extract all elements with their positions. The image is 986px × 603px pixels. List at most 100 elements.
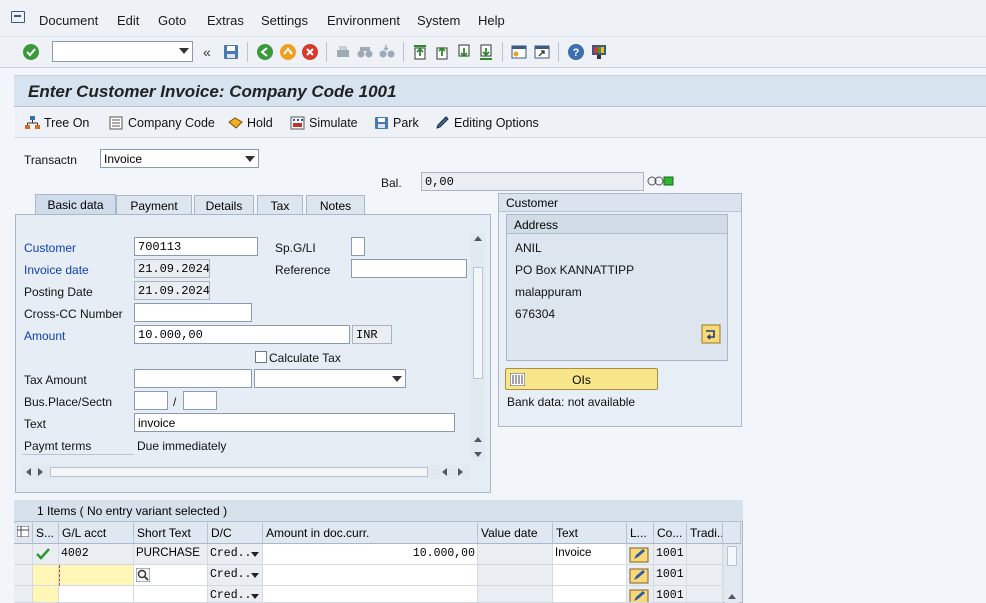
spgl-input[interactable] — [351, 237, 365, 256]
row-selector[interactable] — [14, 565, 33, 586]
col-debit-credit[interactable]: D/C — [208, 523, 263, 544]
cell-value-date[interactable] — [478, 586, 553, 603]
scroll-right-icon[interactable] — [38, 468, 43, 476]
cell-text[interactable]: Invoice — [553, 544, 627, 565]
search-help-icon[interactable] — [135, 567, 151, 583]
menu-edit[interactable]: Edit — [117, 13, 139, 28]
cell-gl-account[interactable] — [59, 586, 134, 603]
first-page-icon[interactable] — [411, 43, 429, 61]
row-selector[interactable] — [14, 544, 33, 565]
editing-options-button[interactable]: Editing Options — [435, 116, 539, 130]
amount-input[interactable]: 10.000,00 — [134, 325, 350, 344]
cell-text[interactable] — [553, 565, 627, 586]
grid-vertical-scrollbar[interactable] — [725, 544, 739, 603]
col-gl-account[interactable]: G/L acct — [59, 523, 134, 544]
tab-tax[interactable]: Tax — [257, 195, 303, 214]
reference-input[interactable] — [351, 259, 467, 278]
command-field[interactable] — [52, 41, 193, 62]
vertical-scrollbar[interactable] — [471, 233, 485, 461]
next-page-icon[interactable] — [455, 43, 473, 61]
hold-button[interactable]: Hold — [228, 116, 273, 130]
cell-value-date[interactable] — [478, 544, 553, 565]
posting-date-input[interactable]: 21.09.2024 — [134, 281, 210, 300]
invoice-date-input[interactable]: 21.09.2024 — [134, 259, 210, 278]
simulate-button[interactable]: Simulate — [290, 116, 358, 130]
scroll-up-icon[interactable] — [474, 236, 482, 241]
last-page-icon[interactable] — [477, 43, 495, 61]
horizontal-scrollbar[interactable] — [22, 465, 470, 479]
cell-short-text[interactable]: PURCHASE — [134, 544, 208, 565]
text-input[interactable]: invoice — [134, 413, 455, 432]
exit-icon[interactable] — [279, 43, 297, 61]
section-input[interactable] — [183, 391, 217, 410]
menu-extras[interactable]: Extras — [207, 13, 244, 28]
cell-amount[interactable]: 10.000,00 — [263, 544, 478, 565]
col-long-text[interactable]: L... — [627, 523, 654, 544]
back-icon[interactable] — [256, 43, 274, 61]
cell-debit-credit[interactable]: Cred... — [208, 544, 263, 565]
col-short-text[interactable]: Short Text — [134, 523, 208, 544]
scroll-thumb[interactable] — [50, 467, 428, 477]
park-button[interactable]: Park — [374, 116, 419, 130]
cell-company-code[interactable]: 1001 — [654, 544, 687, 565]
cancel-icon[interactable] — [301, 43, 319, 61]
shortcut-icon[interactable] — [533, 43, 551, 61]
cell-short-text[interactable] — [134, 586, 208, 603]
cell-trading-partner[interactable] — [687, 565, 723, 586]
menu-document[interactable]: Document — [39, 13, 98, 28]
tab-details[interactable]: Details — [194, 195, 254, 214]
tax-code-select[interactable] — [254, 369, 406, 388]
tab-notes[interactable]: Notes — [306, 195, 365, 214]
edit-address-icon[interactable] — [701, 324, 721, 344]
cell-debit-credit[interactable]: Cred... — [208, 565, 263, 586]
enter-check-icon[interactable] — [22, 43, 40, 61]
save-icon[interactable] — [222, 43, 240, 61]
grid-settings-header[interactable] — [14, 523, 33, 544]
cell-value-date[interactable] — [478, 565, 553, 586]
cell-gl-account[interactable] — [59, 565, 134, 586]
bus-place-input[interactable] — [134, 391, 168, 410]
tax-amount-input[interactable] — [134, 369, 252, 388]
company-code-button[interactable]: Company Code — [109, 116, 215, 130]
menu-help[interactable]: Help — [478, 13, 505, 28]
col-trading-partner[interactable]: Tradi... — [687, 523, 723, 544]
col-status[interactable]: S... — [33, 523, 59, 544]
menu-environment[interactable]: Environment — [327, 13, 400, 28]
double-chevron-left-icon[interactable]: « — [203, 44, 211, 60]
scroll-left-icon[interactable] — [442, 468, 447, 476]
ois-button[interactable]: OIs — [505, 368, 658, 390]
menu-goto[interactable]: Goto — [158, 13, 186, 28]
tab-basic-data[interactable]: Basic data — [35, 194, 116, 215]
scroll-left-icon[interactable] — [26, 468, 31, 476]
find-next-icon[interactable] — [378, 43, 396, 61]
calculate-tax-checkbox[interactable] — [255, 351, 267, 363]
col-company-code[interactable]: Co... — [654, 523, 687, 544]
cell-trading-partner[interactable] — [687, 586, 723, 603]
menu-system[interactable]: System — [417, 13, 460, 28]
scroll-down-icon[interactable] — [474, 452, 482, 457]
tab-payment[interactable]: Payment — [116, 195, 192, 214]
tree-on-button[interactable]: Tree On — [25, 116, 89, 130]
cell-amount[interactable] — [263, 586, 478, 603]
col-amount[interactable]: Amount in doc.curr. — [263, 523, 478, 544]
print-icon[interactable] — [334, 43, 352, 61]
new-session-icon[interactable] — [510, 43, 528, 61]
cell-company-code[interactable]: 1001 — [654, 586, 687, 603]
transaction-select[interactable]: Invoice — [100, 149, 259, 168]
customize-layout-icon[interactable] — [590, 43, 608, 61]
scroll-thumb[interactable] — [473, 267, 483, 379]
cell-company-code[interactable]: 1001 — [654, 565, 687, 586]
cell-long-text[interactable] — [627, 565, 654, 586]
cell-short-text[interactable] — [134, 565, 208, 586]
cell-amount[interactable] — [263, 565, 478, 586]
cell-long-text[interactable] — [627, 544, 654, 565]
help-icon[interactable]: ? — [567, 43, 585, 61]
cell-text[interactable] — [553, 586, 627, 603]
customer-input[interactable]: 700113 — [134, 237, 258, 256]
scroll-up-icon[interactable] — [728, 594, 736, 599]
cell-gl-account[interactable]: 4002 — [59, 544, 134, 565]
scroll-up-icon[interactable] — [474, 437, 482, 442]
scroll-thumb[interactable] — [727, 546, 737, 566]
previous-page-icon[interactable] — [433, 43, 451, 61]
menu-settings[interactable]: Settings — [261, 13, 308, 28]
